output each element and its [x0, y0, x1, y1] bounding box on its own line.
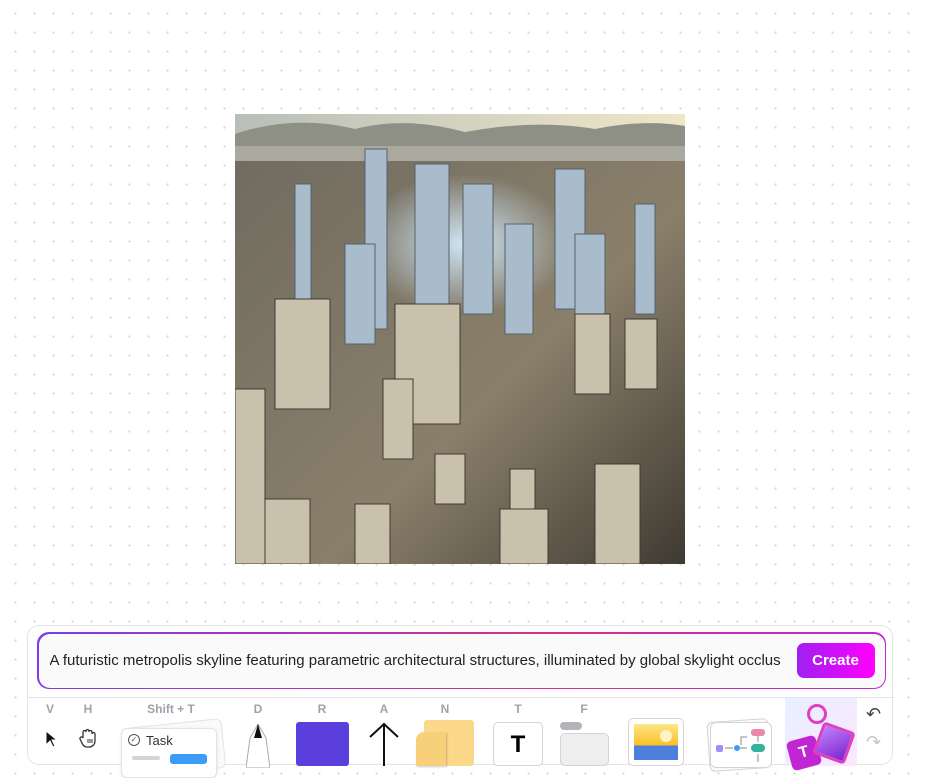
hand-icon — [79, 728, 96, 748]
tool-templates[interactable] — [704, 698, 774, 773]
tool-sticky-note[interactable]: N — [414, 698, 476, 766]
shortcut-label: D — [253, 702, 263, 716]
tool-ai-generate[interactable]: T — [785, 698, 857, 772]
tool-draw[interactable]: D — [240, 698, 276, 768]
redo-button[interactable]: ↷ — [866, 732, 881, 753]
shortcut-label: N — [440, 702, 450, 716]
task-label: Task — [146, 733, 173, 748]
undo-button[interactable]: ↶ — [866, 704, 881, 725]
generated-city-image[interactable] — [235, 114, 685, 564]
prompt-box: Create — [37, 632, 886, 689]
tool-frame[interactable]: F — [558, 698, 610, 766]
tool-task[interactable]: Shift + T ✓ Task — [116, 698, 227, 778]
shortcut-label: V — [45, 702, 54, 716]
image-icon — [628, 718, 684, 766]
flowchart-icon — [710, 722, 772, 768]
prompt-input[interactable] — [49, 652, 785, 669]
ai-create-panel: Create V H Shift + T ✓ Task D R A N T T … — [27, 625, 894, 778]
ai-sparkle-icon — [807, 704, 827, 724]
shortcut-label: Shift + T — [147, 702, 195, 716]
create-button[interactable]: Create — [796, 643, 875, 678]
tool-text[interactable]: T T — [492, 698, 544, 766]
history-controls: ↶ ↷ — [864, 698, 888, 766]
pen-icon — [246, 724, 270, 768]
cursor-icon — [45, 730, 59, 748]
shortcut-label: T — [514, 702, 522, 716]
tool-select[interactable]: V — [36, 698, 64, 766]
shortcut-label: H — [83, 702, 93, 716]
tool-arrow[interactable]: A — [364, 698, 404, 766]
arrow-up-icon — [369, 722, 399, 766]
rectangle-icon — [296, 722, 349, 766]
shortcut-label: R — [317, 702, 327, 716]
tool-rectangle[interactable]: R — [294, 698, 350, 766]
tool-hand[interactable]: H — [74, 698, 102, 766]
shortcut-label: A — [379, 702, 389, 716]
shortcut-label: F — [580, 702, 588, 716]
check-circle-icon: ✓ — [128, 734, 140, 746]
tool-image[interactable] — [626, 698, 684, 766]
toolbar: V H Shift + T ✓ Task D R A N T T F T ↶ ↷ — [28, 697, 894, 778]
text-icon: T — [493, 722, 543, 766]
